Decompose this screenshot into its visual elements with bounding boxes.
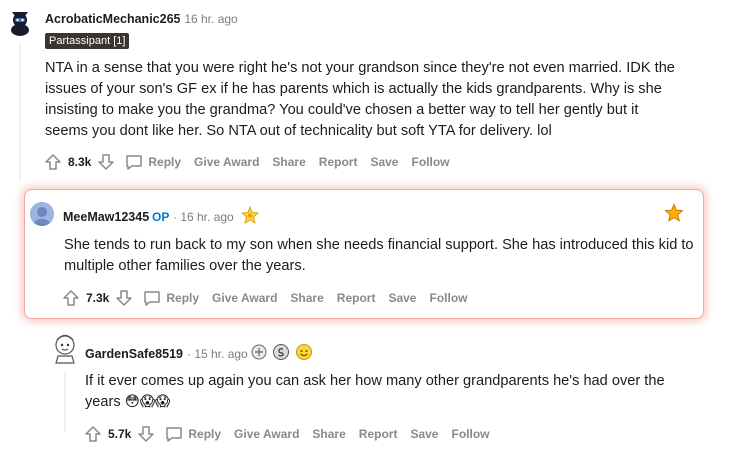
- vote-score: 8.3k: [68, 155, 92, 169]
- timestamp[interactable]: · 16 hr. ago: [177, 12, 238, 26]
- comment-body: She tends to run back to my son when she…: [64, 237, 694, 274]
- username[interactable]: MeeMaw12345: [63, 210, 149, 224]
- vote-score: 5.7k: [108, 427, 132, 441]
- award-icon[interactable]: [241, 205, 259, 229]
- comment-actions: 7.3k Reply Give Award Share Report Save …: [62, 288, 480, 308]
- user-flair: Partassipant [1]: [45, 33, 130, 49]
- user-avatar[interactable]: [30, 202, 54, 226]
- downvote-icon[interactable]: [137, 425, 155, 443]
- reply-button[interactable]: Reply: [143, 290, 199, 307]
- username[interactable]: GardenSafe8519: [85, 347, 183, 361]
- give-award-button[interactable]: Give Award: [234, 427, 299, 441]
- give-award-button[interactable]: Give Award: [194, 155, 259, 169]
- share-button[interactable]: Share: [290, 291, 323, 305]
- upvote-icon[interactable]: [62, 289, 80, 307]
- award-star-icon[interactable]: [664, 203, 684, 228]
- comment-icon: [126, 154, 143, 170]
- reply-label: Reply: [166, 291, 200, 305]
- comment-body: If it ever comes up again you can ask he…: [85, 373, 665, 410]
- downvote-icon[interactable]: [115, 289, 133, 307]
- upvote-icon[interactable]: [44, 153, 62, 171]
- follow-button[interactable]: Follow: [451, 427, 489, 441]
- share-button[interactable]: Share: [272, 155, 305, 169]
- vote-controls: 5.7k: [84, 425, 155, 443]
- share-button[interactable]: Share: [312, 427, 345, 441]
- reply-label: Reply: [148, 155, 182, 169]
- comment-icon: [166, 426, 183, 442]
- reply-button[interactable]: Reply: [165, 426, 221, 443]
- user-avatar[interactable]: [50, 330, 80, 364]
- comment-icon: [144, 290, 161, 306]
- vote-controls: 8.3k: [44, 153, 115, 171]
- report-button[interactable]: Report: [337, 291, 376, 305]
- award-icon[interactable]: [295, 343, 313, 366]
- follow-button[interactable]: Follow: [411, 155, 449, 169]
- upvote-icon[interactable]: [84, 425, 102, 443]
- thread-line[interactable]: [64, 372, 66, 432]
- give-award-button[interactable]: Give Award: [212, 291, 277, 305]
- timestamp[interactable]: · 16 hr. ago: [173, 210, 234, 224]
- vote-score: 7.3k: [86, 291, 110, 305]
- downvote-icon[interactable]: [97, 153, 115, 171]
- comment-actions: 5.7k Reply Give Award Share Report Save …: [84, 424, 502, 444]
- timestamp[interactable]: · 15 hr. ago: [187, 347, 248, 361]
- username[interactable]: AcrobaticMechanic265: [45, 12, 180, 26]
- award-icon[interactable]: [250, 343, 268, 366]
- comment-body: NTA in a sense that you were right he's …: [45, 60, 675, 139]
- vote-controls: 7.3k: [62, 289, 133, 307]
- award-icon[interactable]: [272, 343, 290, 366]
- user-avatar[interactable]: [6, 6, 34, 36]
- report-button[interactable]: Report: [359, 427, 398, 441]
- save-button[interactable]: Save: [370, 155, 398, 169]
- save-button[interactable]: Save: [410, 427, 438, 441]
- save-button[interactable]: Save: [388, 291, 416, 305]
- thread-line[interactable]: [19, 44, 21, 180]
- reply-button[interactable]: Reply: [125, 154, 181, 171]
- follow-button[interactable]: Follow: [429, 291, 467, 305]
- report-button[interactable]: Report: [319, 155, 358, 169]
- comment-actions: 8.3k Reply Give Award Share Report Save …: [44, 152, 462, 172]
- op-badge: OP: [152, 210, 170, 224]
- reply-label: Reply: [188, 427, 222, 441]
